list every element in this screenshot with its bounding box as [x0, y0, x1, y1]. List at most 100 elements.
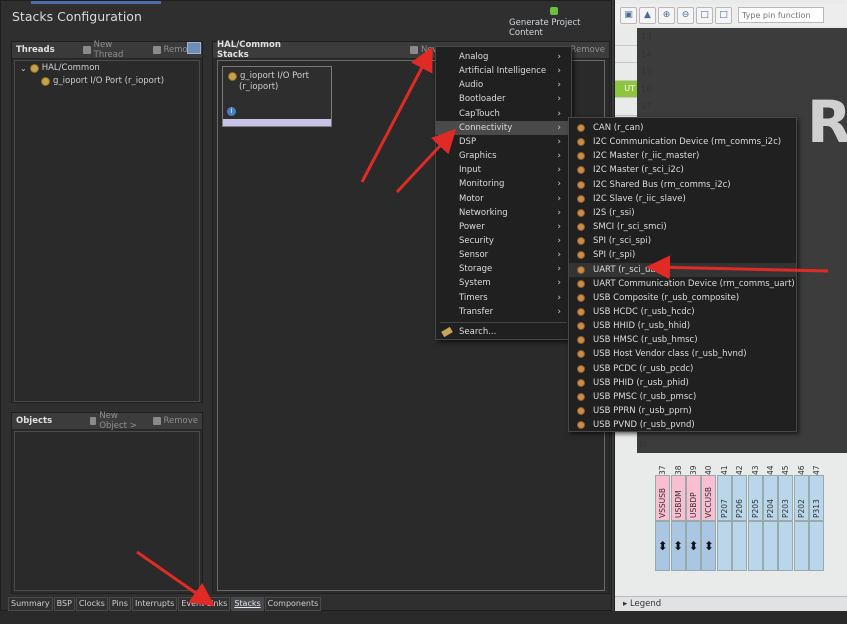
remove-object-button[interactable]: Remove	[152, 416, 198, 426]
bottom-pin[interactable]: 42 P206	[732, 455, 748, 571]
submenu-item-smci-r-sci-smci[interactable]: SMCI (r_sci_smci)	[569, 220, 796, 234]
chip-view-icon[interactable]: ▲	[639, 6, 656, 24]
pin-cell[interactable]	[615, 98, 637, 116]
pin-cell[interactable]	[615, 63, 637, 81]
menu-item-storage[interactable]: Storage ›	[436, 262, 571, 276]
menu-item-connectivity[interactable]: Connectivity ›	[436, 120, 571, 135]
menu-item-transfer[interactable]: Transfer ›	[436, 305, 571, 319]
new-thread-button[interactable]: New Thread	[82, 40, 145, 60]
bottom-pin[interactable]: 47 P313	[809, 455, 825, 571]
pin-io-cell	[762, 521, 778, 571]
pin-cell[interactable]: UT	[615, 80, 637, 98]
pin-number: 15	[641, 67, 652, 77]
menu-item-power[interactable]: Power ›	[436, 220, 571, 234]
generate-project-content-link[interactable]: Generate Project Content	[509, 18, 611, 38]
module-icon	[577, 307, 585, 316]
menu-item-input[interactable]: Input ›	[436, 163, 571, 177]
menu-item-networking[interactable]: Networking ›	[436, 206, 571, 220]
menu-item-label: DSP	[459, 136, 477, 147]
tab-bsp[interactable]: BSP	[53, 597, 75, 611]
menu-item-motor[interactable]: Motor ›	[436, 192, 571, 206]
pin-cell[interactable]	[615, 46, 637, 63]
submenu-item-usb-phid-r-usb-phid[interactable]: USB PHID (r_usb_phid)	[569, 376, 796, 390]
save-icon[interactable]: ▣	[620, 6, 637, 24]
stack-module-g-ioport[interactable]: g_ioport I/O Port (r_ioport) i	[222, 66, 332, 127]
remove-icon	[152, 417, 161, 425]
tree-item-g-ioport[interactable]: g_ioport I/O Port (r_ioport)	[41, 76, 164, 86]
bottom-pin[interactable]: 40 VCCUSB ⬍	[701, 455, 717, 571]
bottom-pin[interactable]: 38 USBDM ⬍	[670, 455, 686, 571]
menu-item-artificial-intelligence[interactable]: Artificial Intelligence ›	[436, 64, 571, 78]
tree-item-hal-common[interactable]: ⌄ HAL/Common	[20, 63, 100, 73]
tab-pins[interactable]: Pins	[108, 597, 131, 611]
bottom-pin[interactable]: 46 P202	[793, 455, 809, 571]
bottom-pin[interactable]: 44 P204	[762, 455, 778, 571]
tab-summary[interactable]: Summary	[8, 597, 53, 611]
menu-item-timers[interactable]: Timers ›	[436, 291, 571, 305]
bottom-pin[interactable]: 41 P207	[716, 455, 732, 571]
bottom-pin[interactable]: 37 VSSUSB ⬍	[655, 455, 671, 571]
tab-clocks[interactable]: Clocks	[75, 597, 108, 611]
info-icon[interactable]: i	[227, 107, 236, 116]
submenu-item-uart-communication-device-rm-comms-uart[interactable]: UART Communication Device (rm_comms_uart…	[569, 277, 796, 291]
menu-item-search[interactable]: Search...	[436, 325, 571, 339]
menu-item-captouch[interactable]: CapTouch ›	[436, 107, 571, 121]
menu-item-security[interactable]: Security ›	[436, 234, 571, 248]
submenu-item-usb-pmsc-r-usb-pmsc[interactable]: USB PMSC (r_usb_pmsc)	[569, 390, 796, 404]
submenu-item-i2c-shared-bus-rm-comms-i2c[interactable]: I2C Shared Bus (rm_comms_i2c)	[569, 178, 796, 192]
submenu-item-usb-hhid-r-usb-hhid[interactable]: USB HHID (r_usb_hhid)	[569, 319, 796, 333]
pin-function-label: VCCUSB	[701, 475, 717, 521]
new-object-icon	[90, 417, 97, 425]
submenu-item-uart-r-sci-uart[interactable]: UART (r_sci_uart)	[569, 262, 796, 277]
tab-stacks[interactable]: Stacks	[231, 597, 264, 611]
tab-event-links[interactable]: Event Links	[178, 597, 231, 611]
menu-item-dsp[interactable]: DSP ›	[436, 135, 571, 149]
zoom-in-icon[interactable]: ⊕	[658, 6, 675, 24]
menu-item-graphics[interactable]: Graphics ›	[436, 149, 571, 163]
new-object-label: New Object >	[99, 411, 137, 431]
submenu-item-i2c-slave-r-iic-slave[interactable]: I2C Slave (r_iic_slave)	[569, 192, 796, 206]
submenu-item-usb-pprn-r-usb-pprn[interactable]: USB PPRN (r_usb_pprn)	[569, 404, 796, 418]
import-icon[interactable]: □	[715, 6, 732, 24]
submenu-item-usb-hmsc-r-usb-hmsc[interactable]: USB HMSC (r_usb_hmsc)	[569, 333, 796, 347]
submenu-item-usb-pvnd-r-usb-pvnd[interactable]: USB PVND (r_usb_pvnd)	[569, 418, 796, 432]
menu-item-audio[interactable]: Audio ›	[436, 78, 571, 92]
pin-function-search-input[interactable]	[738, 7, 824, 23]
chevron-down-icon[interactable]: ⌄	[20, 64, 27, 73]
submenu-item-can-r-can[interactable]: CAN (r_can)	[569, 121, 796, 135]
submenu-item-i2c-master-r-iic-master[interactable]: I2C Master (r_iic_master)	[569, 149, 796, 163]
menu-item-analog[interactable]: Analog ›	[436, 50, 571, 64]
submenu-item-usb-pcdc-r-usb-pcdc[interactable]: USB PCDC (r_usb_pcdc)	[569, 362, 796, 376]
bottom-pin[interactable]: 45 P203	[778, 455, 794, 571]
tab-interrupts[interactable]: Interrupts	[131, 597, 178, 611]
pin-function-label: USBDP	[685, 475, 701, 521]
legend-toggle[interactable]: ▸ Legend	[615, 596, 847, 611]
module-icon	[577, 293, 585, 302]
bottom-pin[interactable]: 39 USBDP ⬍	[685, 455, 701, 571]
submenu-item-i2c-master-r-sci-i2c[interactable]: I2C Master (r_sci_i2c)	[569, 163, 796, 177]
pin-io-cell	[732, 521, 748, 571]
submenu-item-i2c-communication-device-rm-comms-i2c[interactable]: I2C Communication Device (rm_comms_i2c)	[569, 135, 796, 149]
zoom-out-icon[interactable]: ⊖	[677, 6, 694, 24]
menu-item-sensor[interactable]: Sensor ›	[436, 248, 571, 262]
export-icon[interactable]: □	[696, 6, 713, 24]
pin-number: 14	[641, 49, 652, 60]
menu-item-monitoring[interactable]: Monitoring ›	[436, 177, 571, 191]
generate-icon[interactable]	[550, 7, 558, 15]
submenu-item-usb-composite-r-usb-composite[interactable]: USB Composite (r_usb_composite)	[569, 291, 796, 305]
tab-components[interactable]: Components	[264, 597, 322, 611]
menu-item-bootloader[interactable]: Bootloader ›	[436, 92, 571, 106]
module-gear-icon	[41, 76, 50, 86]
new-object-button[interactable]: New Object >	[90, 411, 144, 431]
submenu-item-spi-r-spi[interactable]: SPI (r_spi)	[569, 248, 796, 262]
pin-number: 16	[641, 84, 652, 95]
submenu-item-i2s-r-ssi[interactable]: I2S (r_ssi)	[569, 206, 796, 220]
collapse-button[interactable]	[187, 42, 201, 54]
menu-item-system[interactable]: System ›	[436, 276, 571, 290]
tree-item-label: g_ioport I/O Port (r_ioport)	[53, 76, 165, 86]
bottom-pin[interactable]: 43 P205	[747, 455, 763, 571]
submenu-item-spi-r-sci-spi[interactable]: SPI (r_sci_spi)	[569, 234, 796, 248]
pin-cell[interactable]	[615, 28, 637, 46]
submenu-item-usb-hcdc-r-usb-hcdc[interactable]: USB HCDC (r_usb_hcdc)	[569, 305, 796, 319]
submenu-item-usb-host-vendor-class-r-usb-hvnd[interactable]: USB Host Vendor class (r_usb_hvnd)	[569, 347, 796, 361]
